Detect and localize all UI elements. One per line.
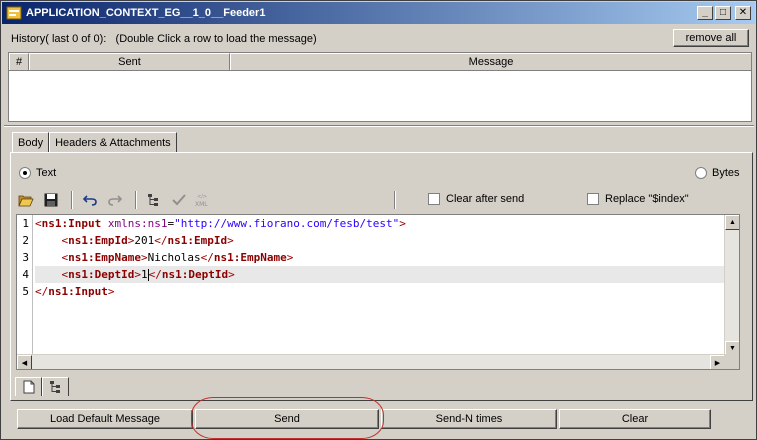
- replace-index-checkbox[interactable]: Replace "$index": [587, 193, 689, 205]
- toolbar-divider: [71, 191, 73, 209]
- code-line[interactable]: <ns1:Input xmlns:ns1="http://www.fiorano…: [35, 215, 725, 232]
- scroll-left-button[interactable]: ◀: [17, 355, 32, 369]
- title-bar[interactable]: APPLICATION_CONTEXT_EG__1_0__Feeder1 _ □…: [2, 2, 755, 24]
- clear-button[interactable]: Clear: [559, 409, 711, 429]
- text-radio[interactable]: Text: [19, 167, 56, 179]
- xml-tag: ns1:EmpId: [167, 234, 228, 247]
- column-header-number[interactable]: #: [9, 53, 29, 70]
- xml-tag: ns1:EmpName: [213, 251, 287, 264]
- xml-text: 1: [140, 268, 148, 281]
- line-number: 2: [22, 234, 29, 247]
- arrow-down-icon: ▼: [729, 345, 736, 352]
- feeder-window: APPLICATION_CONTEXT_EG__1_0__Feeder1 _ □…: [0, 0, 757, 440]
- window-title: APPLICATION_CONTEXT_EG__1_0__Feeder1: [26, 7, 266, 19]
- scroll-up-button[interactable]: ▲: [725, 215, 739, 230]
- scrollbar-corner: [724, 354, 739, 369]
- code-line[interactable]: <ns1:EmpName>Nicholas</ns1:EmpName>: [35, 249, 725, 266]
- tree-view-tab[interactable]: [42, 377, 69, 396]
- document-icon: [23, 380, 34, 394]
- xml-text: 201: [134, 234, 155, 247]
- xml-attribute-value: "http://www.fiorano.com/fesb/test": [174, 217, 400, 230]
- text-radio-label: Text: [36, 167, 57, 179]
- clear-after-send-label: Clear after send: [446, 193, 525, 205]
- editor-view-tabs: [15, 377, 69, 396]
- minimize-button[interactable]: _: [697, 6, 713, 20]
- text-radio-button[interactable]: [19, 167, 31, 179]
- column-header-message[interactable]: Message: [230, 53, 751, 70]
- xml-text: Nicholas: [147, 251, 201, 264]
- xml-editor[interactable]: 1 2 3 4 5 <ns1:Input xmlns:ns1="http://w…: [16, 214, 740, 370]
- column-header-sent[interactable]: Sent: [29, 53, 230, 70]
- remove-all-button[interactable]: remove all: [673, 29, 749, 47]
- vertical-scrollbar[interactable]: ▲ ▼: [724, 215, 739, 356]
- code-area[interactable]: <ns1:Input xmlns:ns1="http://www.fiorano…: [35, 215, 725, 300]
- horizontal-scrollbar[interactable]: ◀ ▶: [17, 354, 725, 369]
- xml-tag: ns1:Input: [41, 217, 102, 230]
- clear-after-send-box[interactable]: [428, 193, 440, 205]
- xml-tag: ns1:DeptId: [161, 268, 229, 281]
- open-folder-icon[interactable]: [15, 189, 37, 211]
- app-icon: [6, 6, 22, 20]
- replace-index-box[interactable]: [587, 193, 599, 205]
- xml-tag: ns1:DeptId: [68, 268, 135, 281]
- arrow-up-icon: ▲: [729, 219, 736, 226]
- arrow-left-icon: ◀: [21, 359, 28, 367]
- bytes-radio-label: Bytes: [712, 167, 740, 179]
- text-view-tab[interactable]: [15, 377, 42, 396]
- xml-tag: ns1:Input: [48, 285, 108, 298]
- minimize-icon: _: [702, 7, 708, 18]
- history-label: History( last 0 of 0): (Double Click a r…: [11, 33, 317, 45]
- arrow-right-icon: ▶: [714, 359, 721, 367]
- load-default-message-button[interactable]: Load Default Message: [17, 409, 193, 429]
- scroll-right-button[interactable]: ▶: [710, 355, 725, 369]
- replace-index-label: Replace "$index": [605, 193, 689, 205]
- maximize-button[interactable]: □: [715, 6, 731, 20]
- toolbar-divider: [394, 191, 396, 209]
- code-line[interactable]: </ns1:Input>: [35, 283, 725, 300]
- close-icon: ✕: [738, 7, 748, 18]
- line-number: 4: [22, 268, 29, 281]
- line-number: 3: [22, 251, 29, 264]
- history-table[interactable]: # Sent Message: [8, 52, 752, 122]
- undo-icon[interactable]: [79, 189, 101, 211]
- tab-body[interactable]: Body: [12, 132, 50, 153]
- line-number-gutter: 1 2 3 4 5: [17, 215, 33, 369]
- xml-tag: ns1:EmpName: [68, 251, 141, 264]
- send-button[interactable]: Send: [195, 409, 379, 429]
- send-n-times-button[interactable]: Send-N times: [381, 409, 557, 429]
- code-line[interactable]: <ns1:EmpId>201</ns1:EmpId>: [35, 232, 725, 249]
- tab-headers-attachments[interactable]: Headers & Attachments: [49, 132, 177, 152]
- xml-icon[interactable]: </> XML: [193, 189, 215, 211]
- line-number: 5: [22, 285, 29, 298]
- redo-icon[interactable]: [104, 189, 126, 211]
- close-button[interactable]: ✕: [735, 6, 751, 20]
- svg-text:</>: </>: [197, 194, 207, 200]
- svg-text:XML: XML: [195, 201, 208, 208]
- maximize-icon: □: [719, 7, 727, 18]
- splitter[interactable]: [4, 125, 754, 127]
- validate-icon[interactable]: [168, 189, 190, 211]
- bytes-radio-button[interactable]: [695, 167, 707, 179]
- clear-after-send-checkbox[interactable]: Clear after send: [428, 193, 524, 205]
- line-number: 1: [22, 217, 29, 230]
- bytes-radio[interactable]: Bytes: [695, 167, 740, 179]
- toolbar-divider: [135, 191, 137, 209]
- history-table-header: # Sent Message: [9, 53, 751, 71]
- code-line-current[interactable]: <ns1:DeptId>1</ns1:DeptId>: [35, 266, 725, 283]
- save-icon[interactable]: [40, 189, 62, 211]
- xml-attribute: xmlns:ns1: [107, 217, 168, 230]
- tree-view-icon: [49, 381, 60, 393]
- xml-tag: ns1:EmpId: [68, 234, 128, 247]
- tree-icon[interactable]: [143, 189, 165, 211]
- message-tabs: Body Headers & Attachments: [12, 132, 177, 153]
